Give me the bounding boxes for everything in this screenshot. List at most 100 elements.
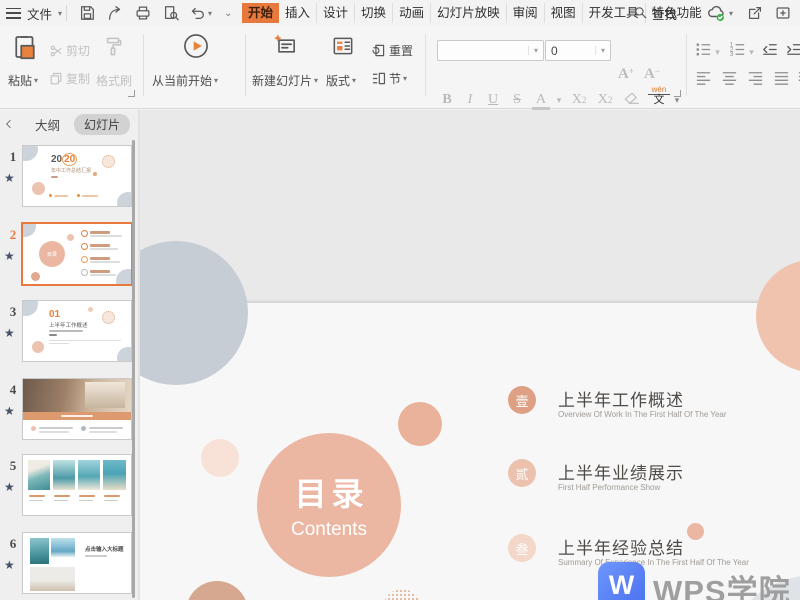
tab-slideshow[interactable]: 幻灯片放映 (431, 3, 507, 23)
slide-thumbnail-row-5: 5 ★ (2, 452, 134, 516)
slide-thumbnail-2[interactable]: 目录 (21, 222, 133, 286)
toc-item-3-badge[interactable]: 叁 (508, 534, 536, 562)
slide-number: 4 (6, 382, 20, 398)
file-menu-button[interactable]: 文件 ▾ (27, 0, 62, 26)
format-painter-label[interactable]: 格式刷 (96, 72, 132, 89)
tab-outline[interactable]: 大纲 (35, 115, 60, 134)
decrease-font-button[interactable]: A− (644, 66, 660, 86)
tab-animation[interactable]: 动画 (393, 3, 431, 23)
slide-canvas[interactable]: 目录 Contents 壹 上半年工作概述 Overview Of Work I… (140, 110, 800, 600)
paste-button[interactable] (10, 32, 40, 67)
bullet-dropdown-icon[interactable]: ▾ (713, 42, 722, 62)
cloud-dropdown-icon[interactable]: ▾ (729, 0, 733, 26)
numbered-list-button[interactable]: 123 (728, 40, 747, 64)
new-tab-icon[interactable] (774, 4, 792, 22)
thumb3-title: 上半年工作概述 (49, 321, 88, 329)
align-left-button[interactable] (694, 68, 713, 92)
layout-label[interactable]: 版式▾ (326, 72, 356, 89)
toc-item-2-badge[interactable]: 贰 (508, 459, 536, 487)
bold-button[interactable]: B (438, 90, 456, 110)
toc-subtitle: Contents (291, 519, 367, 541)
tab-view[interactable]: 视图 (545, 3, 583, 23)
chevron-down-icon: ▾ (528, 46, 543, 55)
bullet-list-button[interactable] (694, 40, 713, 64)
animation-star-icon: ★ (4, 171, 15, 185)
increase-font-button[interactable]: A+ (618, 66, 634, 86)
layout-button[interactable] (330, 33, 356, 64)
toc-item-1-badge[interactable]: 壹 (508, 386, 536, 414)
start-from-current-label[interactable]: 从当前开始▾ (152, 72, 218, 89)
toc-item-1-title[interactable]: 上半年工作概述 (558, 386, 684, 411)
ribbon-toolbar: 粘贴▾ 剪切 复制 格式刷 从当前开始▾ 新建幻灯片 (0, 26, 800, 109)
numbered-dropdown-icon[interactable]: ▾ (747, 42, 756, 62)
underline-button[interactable]: U (484, 90, 502, 110)
phonetic-guide-button[interactable]: wén 文 (648, 86, 670, 106)
font-name-select[interactable]: ▾ (437, 40, 544, 61)
toc-item-2-subtitle[interactable]: First Half Performance Show (558, 483, 660, 492)
tab-transition[interactable]: 切换 (355, 3, 393, 23)
export-icon[interactable] (106, 4, 124, 22)
toolbar-more-icon[interactable]: ⌄ (224, 0, 232, 26)
decor-lightpink-circle (201, 439, 239, 477)
section-button[interactable]: 节▾ (370, 70, 407, 87)
superscript-button[interactable]: X2 (568, 90, 590, 110)
wps-academy-logo: W (598, 562, 645, 600)
slide-thumbnail-5[interactable] (22, 454, 132, 516)
wps-academy-watermark: WPS学院 (653, 566, 791, 600)
file-menu-label: 文件 (27, 4, 52, 23)
slide-thumbnail-1[interactable]: 2020 年中工作总结汇报 (22, 145, 132, 207)
thumb5-photo-4 (103, 460, 126, 490)
toc-item-2-title[interactable]: 上半年业绩展示 (558, 459, 684, 484)
slide-thumbnail-3[interactable]: 01 上半年工作概述 (22, 300, 132, 362)
print-preview-icon[interactable] (162, 4, 180, 22)
find-button[interactable]: 查找 (633, 0, 677, 26)
start-from-current-button[interactable] (182, 32, 210, 65)
slide-thumbnail-row-2: 2 ★ 目录 (2, 221, 134, 285)
hamburger-menu-icon[interactable] (6, 0, 21, 26)
tab-design[interactable]: 设计 (317, 3, 355, 23)
slide-thumbnail-4[interactable] (22, 378, 132, 440)
format-painter-button[interactable] (100, 34, 126, 65)
search-icon (633, 5, 649, 21)
save-icon[interactable] (78, 4, 96, 22)
collapse-panel-icon[interactable] (3, 118, 15, 130)
tab-slides[interactable]: 幻灯片 (74, 114, 130, 135)
increase-indent-button[interactable] (784, 40, 800, 64)
tab-insert[interactable]: 插入 (279, 3, 317, 23)
toc-item-1-subtitle[interactable]: Overview Of Work In The First Half Of Th… (558, 410, 727, 419)
distribute-text-button[interactable] (796, 68, 800, 92)
subscript-button[interactable]: X2 (594, 90, 616, 110)
align-right-button[interactable] (746, 68, 765, 92)
new-slide-label[interactable]: 新建幻灯片▾ (252, 72, 318, 89)
thumb1-title: 年中工作总结汇报 (51, 167, 91, 174)
font-dialog-launcher[interactable] (674, 90, 681, 97)
thumb1-year: 2020 (51, 154, 77, 165)
toc-title-circle[interactable]: 目录 Contents (257, 433, 401, 577)
tab-home[interactable]: 开始 (242, 3, 279, 23)
share-icon[interactable] (746, 4, 764, 22)
strikethrough-button[interactable]: S (508, 90, 526, 110)
reset-button[interactable]: 重置 (370, 42, 413, 59)
font-size-select[interactable]: 0▾ (545, 40, 611, 61)
clipboard-dialog-launcher[interactable] (128, 90, 135, 97)
cut-button[interactable]: 剪切 (48, 42, 90, 59)
cloud-sync-icon[interactable] (706, 3, 724, 21)
tab-review[interactable]: 审阅 (507, 3, 545, 23)
font-color-dropdown-icon[interactable]: ▾ (554, 90, 564, 110)
slide-thumbnail-6[interactable]: 点击输入大标题 (22, 532, 132, 594)
print-icon[interactable] (134, 4, 152, 22)
align-center-button[interactable] (720, 68, 739, 92)
new-slide-button[interactable] (272, 32, 300, 65)
undo-icon[interactable] (188, 4, 206, 22)
italic-button[interactable]: I (462, 90, 478, 110)
toc-item-3-title[interactable]: 上半年经验总结 (558, 534, 684, 559)
paste-label[interactable]: 粘贴▾ (8, 72, 38, 89)
decrease-indent-button[interactable] (760, 40, 779, 64)
thumbnail-scrollbar[interactable] (132, 140, 135, 598)
slide-thumbnail-row-3: 3 ★ 01 上半年工作概述 (2, 298, 134, 362)
justify-button[interactable] (772, 68, 791, 92)
thumb2-toc-circle: 目录 (39, 241, 65, 267)
font-color-button[interactable]: A (532, 92, 550, 110)
undo-dropdown-icon[interactable]: ▾ (208, 0, 212, 26)
copy-button[interactable]: 复制 (48, 70, 90, 87)
